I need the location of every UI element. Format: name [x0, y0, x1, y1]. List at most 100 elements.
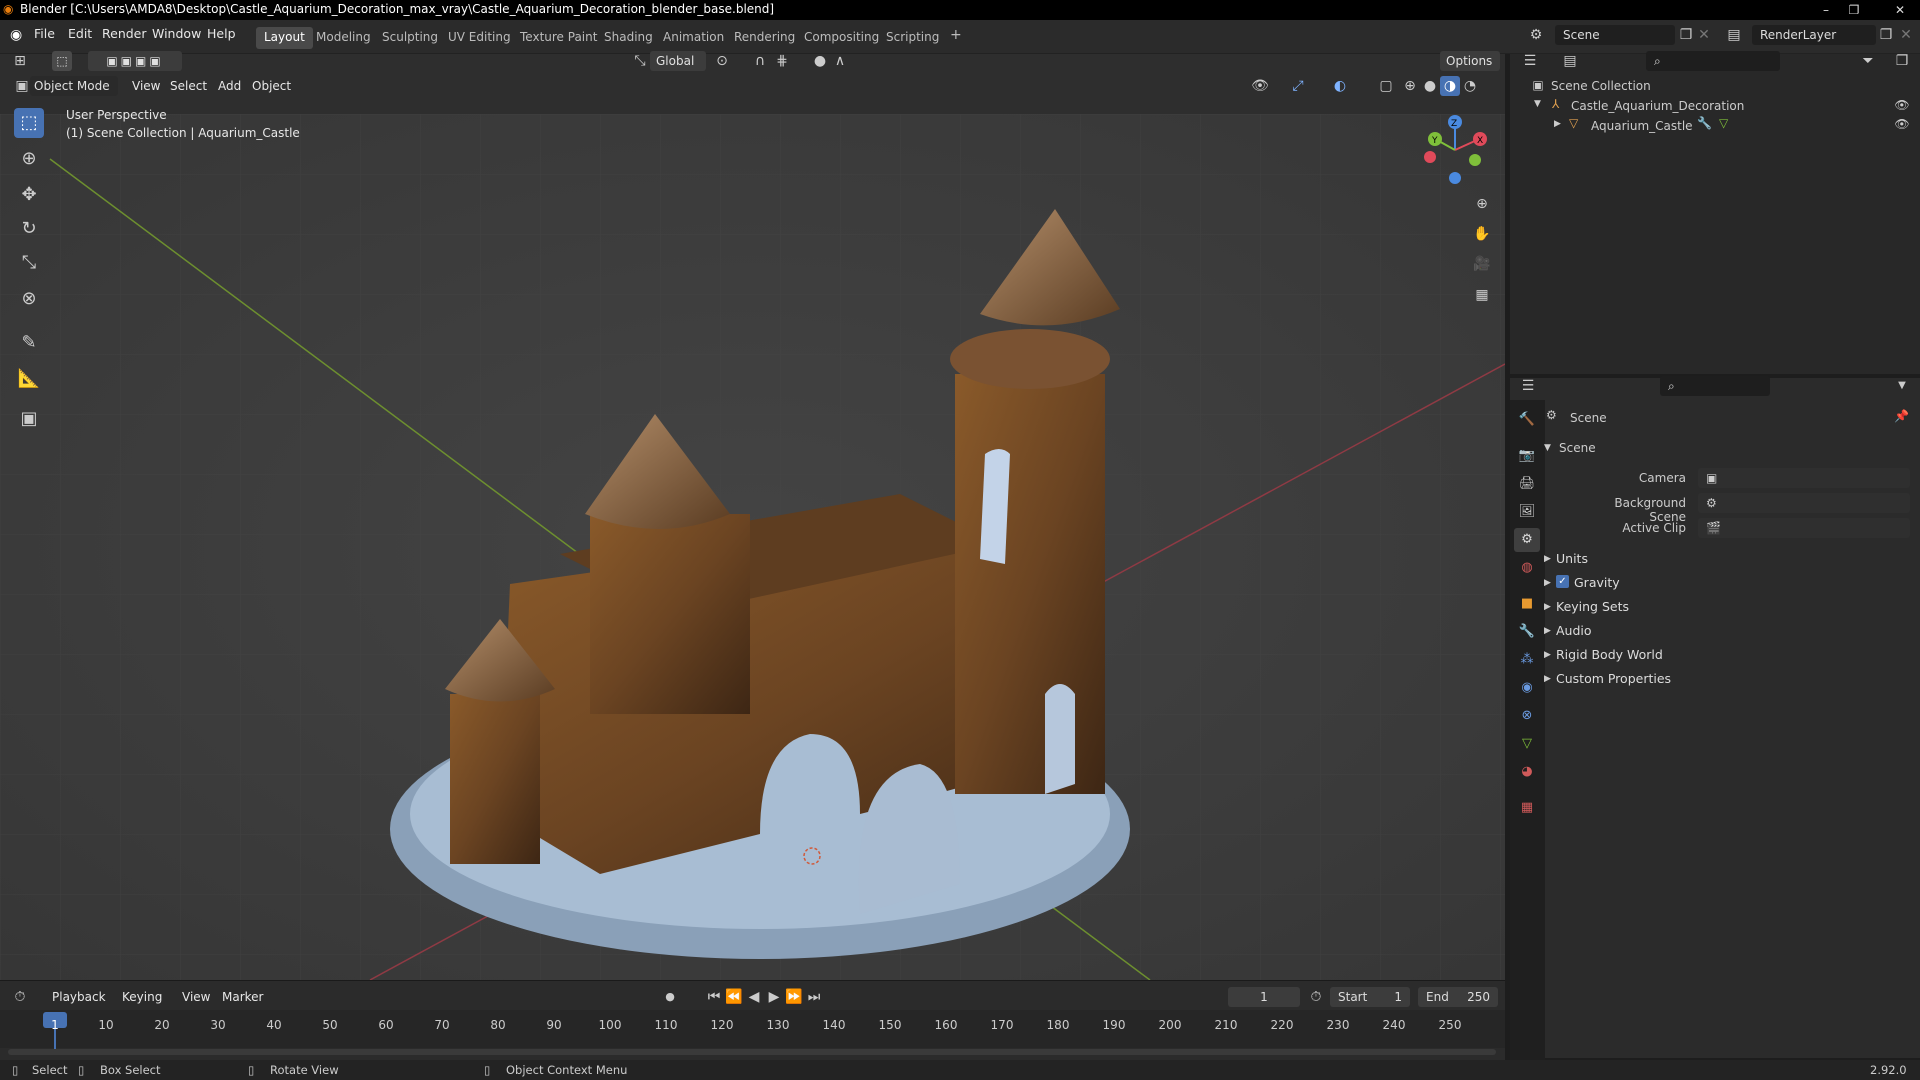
visibility-icon[interactable]: 👁 — [1250, 76, 1270, 96]
keying-sets-section[interactable]: Keying Sets — [1556, 599, 1629, 614]
outliner-scene-collection[interactable]: Scene Collection — [1551, 79, 1651, 93]
gravity-section[interactable]: Gravity — [1574, 575, 1620, 590]
jump-start-icon[interactable]: ⏮ — [704, 987, 724, 1007]
start-frame-field[interactable]: Start 1 — [1330, 987, 1410, 1007]
play-reverse-icon[interactable]: ◀ — [744, 987, 764, 1007]
menu-window[interactable]: Window — [152, 26, 201, 41]
audio-expand-icon[interactable]: ▶ — [1544, 626, 1551, 636]
viewport-menu-object[interactable]: Object — [252, 79, 291, 93]
snap-icon[interactable]: ∩ — [750, 51, 770, 71]
properties-options-icon[interactable]: ▼ — [1892, 376, 1912, 396]
filter-icon[interactable]: ⏷ — [1858, 51, 1878, 71]
timeline-editor-icon[interactable]: ⏱ — [10, 987, 30, 1007]
pan-hand-icon[interactable]: ✋ — [1472, 224, 1492, 244]
material-shading-icon[interactable]: ◑ — [1440, 76, 1460, 96]
end-frame-field[interactable]: End 250 — [1418, 987, 1498, 1007]
menu-edit[interactable]: Edit — [68, 26, 92, 41]
tab-texture-paint[interactable]: Texture Paint — [512, 27, 605, 49]
tab-layout[interactable]: Layout — [256, 27, 313, 49]
outliner-collection-item[interactable]: Castle_Aquarium_Decoration — [1571, 99, 1744, 113]
output-tab-icon[interactable]: 🖨 — [1514, 472, 1540, 496]
expand-object-icon[interactable]: ▶ — [1554, 119, 1561, 129]
timeline-menu-marker[interactable]: Marker — [222, 990, 263, 1004]
camera-view-icon[interactable]: 🎥 — [1472, 254, 1492, 274]
minimize-icon[interactable]: – — [1812, 0, 1840, 20]
gravity-checkbox[interactable]: ✓ — [1556, 575, 1569, 588]
overlays-icon[interactable]: ◐ — [1330, 76, 1350, 96]
move-tool-icon[interactable]: ✥ — [14, 180, 44, 210]
wireframe-shading-icon[interactable]: ⊕ — [1400, 76, 1420, 96]
xray-icon[interactable]: ▢ — [1376, 76, 1396, 96]
rendered-shading-icon[interactable]: ◔ — [1460, 76, 1480, 96]
viewport-menu-view[interactable]: View — [132, 79, 160, 93]
render-tab-icon[interactable]: 📷 — [1514, 444, 1540, 468]
previous-keyframe-icon[interactable]: ⏪ — [724, 987, 744, 1007]
solid-shading-icon[interactable]: ● — [1420, 76, 1440, 96]
snap-target-icon[interactable]: ⋕ — [772, 51, 792, 71]
jump-end-icon[interactable]: ⏭ — [804, 987, 824, 1007]
tab-sculpting[interactable]: Sculpting — [374, 27, 446, 49]
annotate-tool-icon[interactable]: ✎ — [14, 328, 44, 358]
remove-scene-icon[interactable]: ✕ — [1694, 25, 1714, 45]
navigation-gizmo[interactable]: Z X Y — [1415, 110, 1495, 190]
proportional-editing-icon[interactable]: ● — [810, 51, 830, 71]
zoom-icon[interactable]: ⊕ — [1472, 194, 1492, 214]
select-box-tool-icon[interactable]: ⬚ — [14, 108, 44, 138]
render-layer-selector[interactable]: RenderLayer — [1752, 25, 1876, 45]
3d-viewport[interactable] — [0, 114, 1505, 980]
scene-selector[interactable]: Scene — [1555, 25, 1675, 45]
tab-scripting[interactable]: Scripting — [878, 27, 947, 49]
measure-tool-icon[interactable]: 📐 — [14, 364, 44, 394]
properties-search-input[interactable]: ⌕ — [1660, 376, 1770, 396]
add-workspace-button[interactable]: + — [942, 24, 970, 46]
tab-compositing[interactable]: Compositing — [796, 27, 887, 49]
object-mode-dropdown[interactable]: Object Mode — [30, 76, 118, 96]
collection-visibility-icon[interactable]: 👁 — [1892, 95, 1912, 115]
transform-tool-icon[interactable]: ⊗ — [14, 284, 44, 314]
particles-tab-icon[interactable]: ⁂ — [1514, 648, 1540, 672]
close-icon[interactable]: ✕ — [1880, 0, 1920, 20]
pivot-point-icon[interactable]: ⊙ — [712, 51, 732, 71]
rotate-tool-icon[interactable]: ↻ — [14, 214, 44, 244]
tab-modeling[interactable]: Modeling — [308, 27, 379, 49]
tab-rendering[interactable]: Rendering — [726, 27, 803, 49]
custom-properties-section[interactable]: Custom Properties — [1556, 671, 1671, 686]
scene-tab-icon[interactable]: ⚙ — [1514, 528, 1540, 552]
cursor-tool-icon[interactable]: ⊕ — [14, 144, 44, 174]
selection-modes-buttons[interactable]: ▣▣▣▣ — [88, 51, 182, 71]
properties-editor-icon[interactable]: ☰ — [1518, 376, 1538, 396]
background-scene-field[interactable]: ⚙ — [1698, 493, 1910, 513]
active-clip-field[interactable]: 🎬 — [1698, 518, 1910, 538]
scene-panel-expand-icon[interactable]: ▼ — [1544, 443, 1551, 453]
texture-tab-icon[interactable]: ▦ — [1514, 796, 1540, 820]
scale-tool-icon[interactable]: ⤡ — [14, 248, 44, 278]
current-frame-field[interactable]: 1 — [1228, 987, 1300, 1007]
modifier-tab-icon[interactable]: 🔧 — [1514, 620, 1540, 644]
gizmo-toggle-icon[interactable]: ⤢ — [1288, 76, 1308, 96]
tab-uv-editing[interactable]: UV Editing — [440, 27, 519, 49]
scene-panel-header[interactable]: Scene — [1559, 441, 1596, 455]
tool-tab-icon[interactable]: 🔨 — [1514, 408, 1540, 432]
timeline-menu-playback[interactable]: Playback — [52, 990, 106, 1004]
gravity-expand-icon[interactable]: ▶ — [1544, 578, 1551, 588]
material-tab-icon[interactable]: ◕ — [1514, 760, 1540, 784]
expand-collection-icon[interactable]: ▼ — [1534, 99, 1541, 109]
timeline-scrollbar[interactable] — [8, 1049, 1496, 1055]
data-tab-icon[interactable]: ▽ — [1514, 732, 1540, 756]
next-keyframe-icon[interactable]: ⏩ — [784, 987, 804, 1007]
auto-keying-icon[interactable]: ● — [660, 987, 680, 1007]
new-scene-icon[interactable]: ❐ — [1676, 25, 1696, 45]
select-mode-icon[interactable]: ⬚ — [52, 51, 72, 71]
blender-menu-icon[interactable]: ◉ — [10, 27, 22, 43]
viewport-menu-add[interactable]: Add — [218, 79, 241, 93]
pin-icon[interactable]: 📌 — [1894, 409, 1909, 423]
keying-sets-expand-icon[interactable]: ▶ — [1544, 602, 1551, 612]
preview-range-icon[interactable]: ⏱ — [1306, 987, 1326, 1007]
constraints-tab-icon[interactable]: ⊗ — [1514, 704, 1540, 728]
units-expand-icon[interactable]: ▶ — [1544, 554, 1551, 564]
menu-help[interactable]: Help — [207, 26, 236, 41]
menu-file[interactable]: File — [34, 26, 55, 41]
outliner-object-item[interactable]: Aquarium_Castle — [1591, 119, 1693, 133]
rigid-body-world-section[interactable]: Rigid Body World — [1556, 647, 1663, 662]
object-visibility-icon[interactable]: 👁 — [1892, 114, 1912, 134]
